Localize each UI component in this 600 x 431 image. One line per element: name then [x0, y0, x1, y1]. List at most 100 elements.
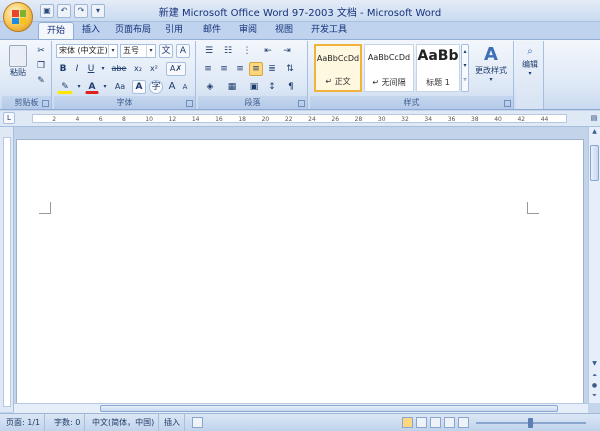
borders-icon[interactable]: ▦ [223, 80, 241, 94]
vertical-scrollbar[interactable]: ▲ ▼ ⏶ ● ⏷ [588, 127, 600, 403]
tab-view[interactable]: 视图 [270, 22, 298, 39]
copy-icon[interactable]: ❐ [34, 59, 48, 73]
change-styles-button[interactable]: A 更改样式 ▾ [472, 44, 510, 84]
bullets-icon[interactable]: ☰ [201, 44, 217, 58]
macro-record-icon[interactable] [192, 417, 203, 428]
office-logo-icon [12, 10, 26, 24]
full-screen-reading-icon[interactable] [416, 417, 427, 428]
language-status[interactable]: 中文(简体，中国) [88, 414, 160, 431]
character-shading-icon[interactable]: A [132, 80, 146, 94]
paragraph-launcher-icon[interactable] [298, 100, 305, 107]
change-styles-icon: A [484, 44, 498, 65]
horizontal-scroll-thumb[interactable] [100, 405, 558, 412]
style-normal[interactable]: AaBbCcDd ↵ 正文 [314, 44, 362, 92]
insert-mode[interactable]: 插入 [160, 414, 185, 431]
undo-icon[interactable]: ↶ [57, 4, 71, 18]
superscript-button[interactable]: x² [147, 62, 161, 76]
shrink-font-icon[interactable]: A [179, 80, 191, 94]
show-marks-icon[interactable]: ¶ [284, 80, 298, 94]
draft-icon[interactable] [458, 417, 469, 428]
browse-object-icon[interactable]: ● [590, 381, 599, 391]
font-launcher-icon[interactable] [186, 100, 193, 107]
office-button[interactable] [3, 2, 33, 32]
styles-scroll-icon[interactable]: ▴ ▾ ▿ [461, 44, 469, 92]
vertical-ruler[interactable] [0, 127, 14, 412]
style-heading-1[interactable]: AaBb 标题 1 [416, 44, 460, 92]
chevron-down-icon: ▾ [146, 45, 155, 57]
font-size-combo[interactable]: 五号 ▾ [120, 44, 156, 58]
paragraph-group: ☰ ☷ ⋮ ⇤ ⇥ ≡ ≡ ≡ ≡ ≣ ⇅ ◈ ▦ ▣ ↕ ¶ 段落 [198, 41, 308, 109]
ruler-tick-label: 44 [540, 116, 549, 123]
save-icon[interactable]: ▣ [40, 4, 54, 18]
align-left-icon[interactable]: ≡ [201, 62, 215, 76]
strikethrough-button[interactable]: abe [110, 62, 128, 76]
underline-button[interactable]: U [85, 62, 97, 76]
scroll-up-icon[interactable]: ▲ [590, 127, 599, 137]
previous-page-icon[interactable]: ⏶ [590, 371, 599, 381]
ribbon: 粘贴 ✂ ❐ ✎ 剪贴板 宋体 (中文正) ▾ 五号 ▾ 文 A B I U ▾… [0, 39, 600, 110]
tab-review[interactable]: 审阅 [234, 22, 262, 39]
justify-icon[interactable]: ≡ [249, 62, 263, 76]
phonetic-guide-icon[interactable]: 文 [159, 44, 173, 58]
increase-indent-icon[interactable]: ⇥ [279, 44, 295, 58]
redo-icon[interactable]: ↷ [74, 4, 88, 18]
clipboard-launcher-icon[interactable] [42, 100, 49, 107]
ruler-tick-label: 42 [517, 116, 526, 123]
multilevel-list-icon[interactable]: ⋮ [239, 44, 255, 58]
ruler-tick-label: 38 [470, 116, 479, 123]
chinese-layout-icon[interactable]: ▣ [247, 80, 261, 94]
print-layout-icon[interactable] [402, 417, 413, 428]
character-border-icon[interactable]: A [176, 44, 190, 58]
tab-page-layout[interactable]: 页面布局 [110, 22, 156, 39]
chevron-down-icon[interactable]: ▾ [75, 80, 83, 94]
format-painter-icon[interactable]: ✎ [34, 74, 48, 88]
editing-button[interactable]: ⌕ 编辑 ▾ [518, 45, 542, 77]
subscript-button[interactable]: x₂ [131, 62, 145, 76]
word-count[interactable]: 字数: 0 [50, 414, 86, 431]
scroll-down-icon[interactable]: ▼ [590, 359, 599, 369]
change-case-button[interactable]: Aa [111, 80, 129, 94]
numbering-icon[interactable]: ☷ [220, 44, 236, 58]
chevron-down-icon[interactable]: ▾ [99, 62, 107, 76]
outline-icon[interactable] [444, 417, 455, 428]
styles-launcher-icon[interactable] [504, 100, 511, 107]
horizontal-ruler[interactable]: L 2 4 6 8 10 12 14 16 18 20 22 24 26 28 30 32 34 36 38 40 42… [0, 111, 600, 127]
tab-references[interactable]: 引用 [160, 22, 188, 39]
style-name: ↵ 正文 [325, 77, 351, 86]
web-layout-icon[interactable] [430, 417, 441, 428]
style-no-spacing[interactable]: AaBbCcDd ↵ 无间隔 [364, 44, 414, 92]
scroll-thumb[interactable] [590, 145, 599, 181]
tab-mailings[interactable]: 邮件 [198, 22, 226, 39]
decrease-indent-icon[interactable]: ⇤ [260, 44, 276, 58]
shading-icon[interactable]: ◈ [201, 80, 219, 94]
font-color-icon[interactable]: A [85, 80, 99, 94]
page-count[interactable]: 页面: 1/1 [2, 414, 46, 431]
tab-developer[interactable]: 开发工具 [306, 22, 352, 39]
font-name-combo[interactable]: 宋体 (中文正) ▾ [56, 44, 118, 58]
distributed-icon[interactable]: ≣ [265, 62, 279, 76]
status-bar: 页面: 1/1 字数: 0 中文(简体，中国) 插入 [0, 413, 600, 431]
tab-home[interactable]: 开始 [38, 22, 74, 39]
grow-font-icon[interactable]: A [166, 80, 178, 94]
line-spacing-icon[interactable]: ↕ [264, 80, 280, 94]
next-page-icon[interactable]: ⏷ [590, 391, 599, 401]
tab-insert[interactable]: 插入 [76, 22, 106, 39]
highlight-icon[interactable]: ✎ [57, 80, 73, 94]
align-right-icon[interactable]: ≡ [233, 62, 247, 76]
italic-button[interactable]: I [71, 62, 83, 76]
document-page[interactable] [16, 139, 584, 403]
customize-qat-icon[interactable]: ▾ [91, 4, 105, 18]
paste-button[interactable]: 粘贴 [6, 45, 30, 78]
enclose-characters-icon[interactable]: 字 [149, 80, 163, 94]
style-name: 标题 1 [426, 78, 450, 87]
chevron-down-icon[interactable]: ▾ [101, 80, 109, 94]
horizontal-scrollbar[interactable] [14, 403, 588, 413]
align-center-icon[interactable]: ≡ [217, 62, 231, 76]
sort-icon[interactable]: ⇅ [282, 62, 298, 76]
bold-button[interactable]: B [57, 62, 69, 76]
cut-icon[interactable]: ✂ [34, 44, 48, 58]
view-ruler-icon[interactable]: ▤ [588, 111, 600, 125]
clear-formatting-icon[interactable]: A✗ [166, 62, 186, 76]
zoom-slider-thumb[interactable] [528, 418, 533, 428]
tab-selector-icon[interactable]: L [3, 112, 15, 124]
